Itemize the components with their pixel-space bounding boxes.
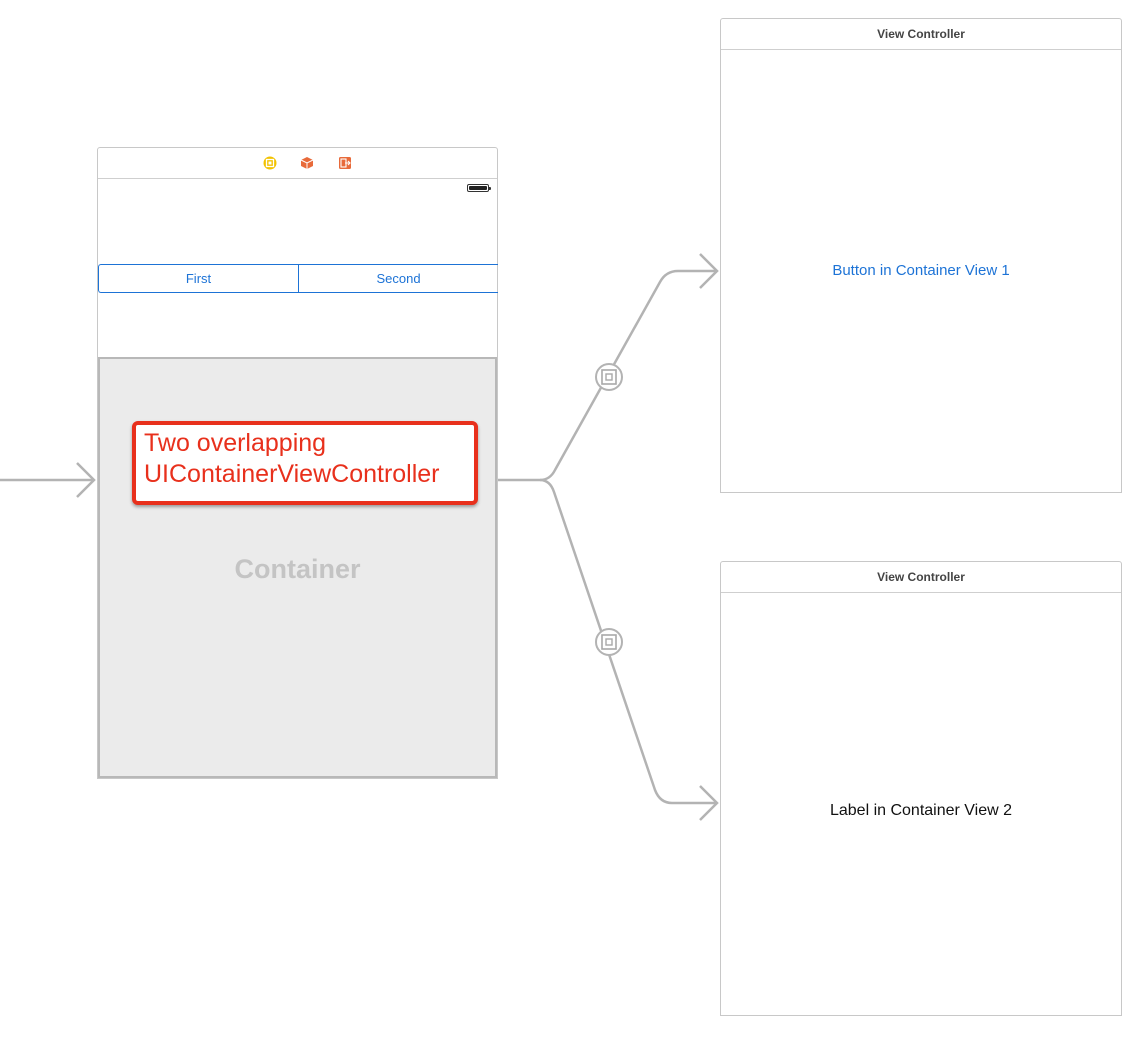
scene-title[interactable]: View Controller [721,562,1121,593]
embed-segue-bottom[interactable] [539,478,717,805]
container-view-1-button[interactable]: Button in Container View 1 [721,262,1121,279]
child-view-controller-scene-1[interactable]: View Controller Button in Container View… [720,18,1122,493]
embed-segue-icon[interactable] [595,628,623,656]
segment-second[interactable]: Second [298,265,498,292]
container-view-2-label: Label in Container View 2 [829,802,1013,819]
scene-dock [98,148,497,179]
segment-first[interactable]: First [99,265,298,292]
container-label: Container [234,554,361,584]
main-view-controller-scene[interactable]: First Second Two overlapping UIContainer… [97,147,498,779]
annotation-line-2: UIContainerViewController [144,460,440,488]
child-view-controller-scene-2[interactable]: View Controller Label in Container View … [720,561,1122,1016]
annotation-callout: Two overlapping UIContainerViewControlle… [132,421,478,505]
first-responder-icon[interactable] [300,156,314,170]
embed-segue-icon[interactable] [595,363,623,391]
annotation-line-1: Two overlapping [144,429,327,457]
scene-title[interactable]: View Controller [721,19,1121,50]
exit-icon[interactable] [338,156,352,170]
view-controller-icon[interactable] [263,156,277,170]
container-view[interactable]: Two overlapping UIContainerViewControlle… [98,357,497,778]
battery-icon [467,184,491,192]
segmented-control[interactable]: First Second [98,264,498,293]
status-bar [98,179,497,199]
